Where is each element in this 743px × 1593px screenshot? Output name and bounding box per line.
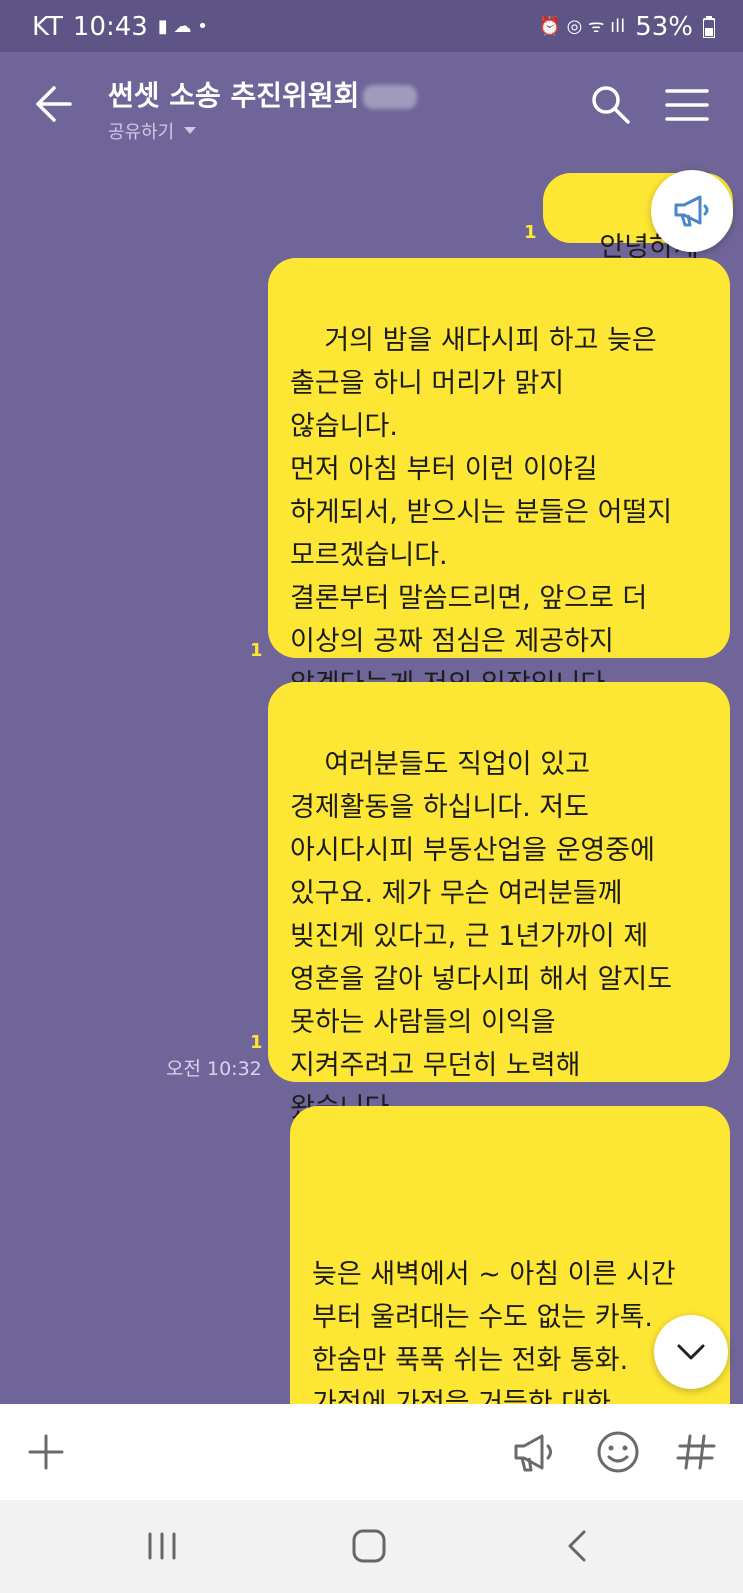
share-dropdown[interactable]: 공유하기 [108,118,197,144]
emoji-icon[interactable] [594,1428,642,1476]
status-left: KT 10:43 ▮ ☁ • [32,12,208,42]
system-icons: ⏰ ◎ ᯤ ıll [538,16,626,37]
battery-percent: 53% [635,12,693,42]
home-icon[interactable] [348,1526,392,1566]
carrier-label: KT [32,12,63,42]
notification-icons: ▮ ☁ • [157,16,208,37]
notice-button[interactable] [651,170,733,252]
unread-count: 1 [250,640,263,661]
recent-apps-icon[interactable] [140,1526,184,1566]
redacted-count [363,85,418,109]
caret-down-icon [184,127,197,134]
unread-count: 1 [524,222,537,243]
message-bubble[interactable]: 거의 밤을 새다시피 하고 늦은 출근을 하니 머리가 맑지 않습니다. 먼저 … [268,258,730,700]
chat-header: 썬셋 소송 추진위원회 공유하기 [0,52,743,156]
system-nav-bar [0,1500,743,1593]
message-bubble[interactable]: 여러분들도 직업이 있고 경제활동을 하십니다. 저도 아시다시피 부동산업을 … [268,682,730,1124]
chevron-down-icon [677,1344,705,1360]
message-text: 늦은 새벽에서 ~ 아침 이른 시간 부터 울려대는 수도 없는 카톡. 한숨만… [312,1259,676,1404]
message-input-bar [0,1404,743,1500]
chat-title-text: 썬셋 소송 추진위원회 [108,79,360,112]
unread-count: 1 [250,1032,263,1053]
plus-icon[interactable] [22,1428,70,1476]
nav-back-icon[interactable] [556,1526,600,1566]
share-label: 공유하기 [108,122,175,143]
menu-icon[interactable] [664,86,710,124]
back-arrow-icon[interactable] [34,82,74,126]
message-text: 여러분들도 직업이 있고 경제활동을 하십니다. 저도 아시다시피 부동산업을 … [290,749,673,1124]
megaphone-icon[interactable] [510,1428,558,1476]
megaphone-icon [674,195,709,227]
scroll-down-button[interactable] [654,1315,728,1389]
hashtag-icon[interactable] [672,1428,720,1476]
message-time: 오전 10:32 [166,1058,262,1080]
status-bar: KT 10:43 ▮ ☁ • ⏰ ◎ ᯤ ıll 53% [0,0,743,52]
message-text: 거의 밤을 새다시피 하고 늦은 출근을 하니 머리가 맑지 않습니다. 먼저 … [290,325,673,700]
battery-icon [703,16,715,38]
status-right: ⏰ ◎ ᯤ ıll 53% [538,12,715,42]
search-icon[interactable] [588,82,632,126]
chat-title: 썬셋 소송 추진위원회 [108,74,418,114]
chat-area[interactable]: 1 안녕하세 1 거의 밤을 새다시피 하고 늦은 출근을 하니 머리가 맑지 … [0,156,743,1404]
clock: 10:43 [72,12,148,42]
